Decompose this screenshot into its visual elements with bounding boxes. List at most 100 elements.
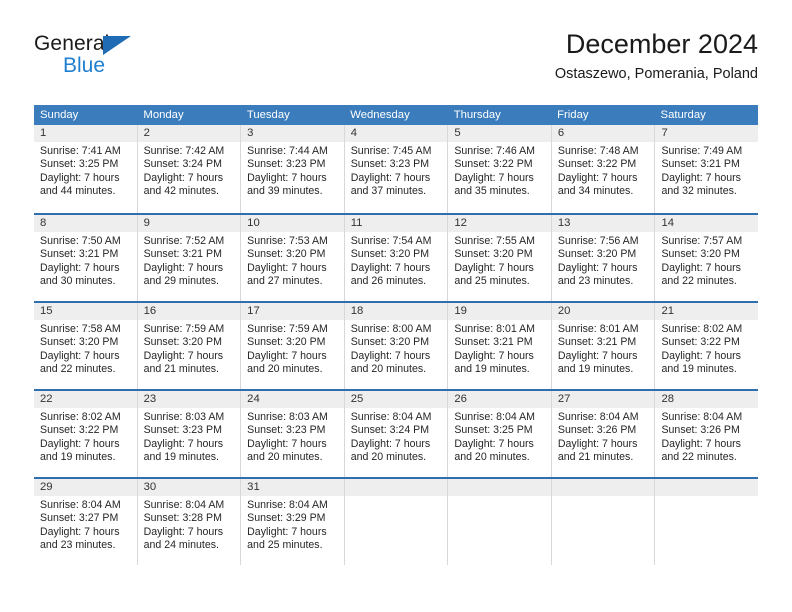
day-number: 26 (448, 391, 551, 408)
calendar-week-row: 15 Sunrise: 7:58 AM Sunset: 3:20 PM Dayligh… (34, 301, 759, 389)
day-cell[interactable]: 21 Sunrise: 8:02 AM Sunset: 3:22 PM Dayligh… (655, 303, 759, 389)
day-details: Sunrise: 7:50 AM Sunset: 3:21 PM Daylight:… (34, 232, 137, 289)
sunrise-text: Sunrise: 8:04 AM (454, 411, 535, 423)
day-cell[interactable]: 4 Sunrise: 7:45 AM Sunset: 3:23 PM Daylight… (344, 125, 449, 213)
day-cell[interactable]: 7 Sunrise: 7:49 AM Sunset: 3:21 PM Daylight… (655, 125, 759, 213)
daylight-text-line2: and 30 minutes. (40, 275, 116, 288)
daylight-text-line2: and 35 minutes. (454, 185, 530, 198)
day-cell-empty (344, 479, 449, 565)
day-number: 10 (241, 215, 344, 232)
daylight-text-line1: Daylight: 7 hours (454, 261, 534, 274)
daylight-text-line2: and 21 minutes. (557, 451, 634, 464)
day-cell[interactable]: 24 Sunrise: 8:03 AM Sunset: 3:23 PM Dayligh… (241, 391, 345, 477)
day-cell[interactable]: 15 Sunrise: 7:58 AM Sunset: 3:20 PM Dayligh… (34, 303, 138, 389)
day-cell[interactable]: 22 Sunrise: 8:02 AM Sunset: 3:22 PM Dayligh… (34, 391, 138, 477)
day-cell[interactable]: 11 Sunrise: 7:54 AM Sunset: 3:20 PM Dayligh… (344, 215, 449, 301)
day-cell[interactable]: 5 Sunrise: 7:46 AM Sunset: 3:22 PM Daylight… (448, 125, 552, 213)
day-cell[interactable]: 25 Sunrise: 8:04 AM Sunset: 3:24 PM Dayligh… (344, 391, 449, 477)
sunrise-text: Sunrise: 8:01 AM (557, 323, 639, 335)
daylight-text-line1: Daylight: 7 hours (143, 171, 224, 184)
sunrise-text: Sunrise: 8:03 AM (143, 411, 225, 423)
day-number (344, 479, 448, 496)
sunset-text: Sunset: 3:24 PM (143, 158, 222, 171)
daylight-text-line1: Daylight: 7 hours (40, 349, 120, 362)
brand-name-top: General (34, 32, 110, 55)
daylight-text-line2: and 22 minutes. (661, 451, 737, 464)
day-cell[interactable]: 27 Sunrise: 8:04 AM Sunset: 3:26 PM Dayligh… (551, 391, 656, 477)
day-number: 19 (448, 303, 551, 320)
daylight-text-line1: Daylight: 7 hours (143, 525, 224, 538)
sunrise-text: Sunrise: 8:02 AM (40, 411, 121, 423)
daylight-text-line2: and 23 minutes. (557, 275, 634, 288)
day-number (551, 479, 655, 496)
day-cell[interactable]: 2 Sunrise: 7:42 AM Sunset: 3:24 PM Daylight… (137, 125, 242, 213)
daylight-text-line1: Daylight: 7 hours (247, 525, 327, 538)
calendar-table: Sunday Monday Tuesday Wednesday Thursday Frid… (34, 105, 759, 565)
day-number: 8 (34, 215, 137, 232)
daylight-text-line2: and 32 minutes. (661, 185, 737, 198)
day-cell[interactable]: 8 Sunrise: 7:50 AM Sunset: 3:21 PM Daylight… (34, 215, 138, 301)
daylight-text-line2: and 21 minutes. (143, 363, 219, 376)
day-number: 14 (655, 215, 759, 232)
sunrise-text: Sunrise: 8:03 AM (247, 411, 328, 423)
sunset-text: Sunset: 3:26 PM (557, 424, 637, 437)
sunrise-text: Sunrise: 7:41 AM (40, 145, 121, 157)
sunrise-text: Sunrise: 8:04 AM (40, 499, 121, 511)
day-number: 3 (241, 125, 344, 142)
day-cell[interactable]: 17 Sunrise: 7:59 AM Sunset: 3:20 PM Dayligh… (241, 303, 345, 389)
daylight-text-line1: Daylight: 7 hours (454, 171, 534, 184)
calendar-week-row: 8 Sunrise: 7:50 AM Sunset: 3:21 PM Daylight… (34, 213, 759, 301)
daylight-text-line2: and 25 minutes. (247, 539, 323, 552)
sunrise-text: Sunrise: 7:56 AM (557, 235, 639, 247)
day-cell[interactable]: 31 Sunrise: 8:04 AM Sunset: 3:29 PM Dayligh… (241, 479, 345, 565)
day-details: Sunrise: 8:04 AM Sunset: 3:28 PM Daylight:… (138, 496, 241, 553)
day-cell[interactable]: 13 Sunrise: 7:56 AM Sunset: 3:20 PM Dayligh… (551, 215, 656, 301)
daylight-text-line2: and 29 minutes. (143, 275, 219, 288)
daylight-text-line1: Daylight: 7 hours (40, 437, 120, 450)
brand-logo[interactable]: General Blue (34, 32, 254, 88)
day-details: Sunrise: 7:42 AM Sunset: 3:24 PM Daylight:… (138, 142, 241, 199)
sunrise-text: Sunrise: 8:04 AM (557, 411, 639, 423)
day-cell[interactable]: 9 Sunrise: 7:52 AM Sunset: 3:21 PM Daylight… (137, 215, 242, 301)
sunset-text: Sunset: 3:25 PM (40, 158, 119, 171)
day-cell[interactable]: 26 Sunrise: 8:04 AM Sunset: 3:25 PM Dayligh… (448, 391, 552, 477)
day-number: 23 (137, 391, 241, 408)
day-cell[interactable]: 6 Sunrise: 7:48 AM Sunset: 3:22 PM Daylight… (551, 125, 656, 213)
day-cell[interactable]: 1 Sunrise: 7:41 AM Sunset: 3:25 PM Daylight… (34, 125, 138, 213)
day-number: 18 (344, 303, 448, 320)
daylight-text-line1: Daylight: 7 hours (143, 437, 224, 450)
day-details: Sunrise: 7:45 AM Sunset: 3:23 PM Daylight:… (345, 142, 448, 199)
day-cell[interactable]: 14 Sunrise: 7:57 AM Sunset: 3:20 PM Dayligh… (655, 215, 759, 301)
day-cell[interactable]: 12 Sunrise: 7:55 AM Sunset: 3:20 PM Dayligh… (448, 215, 552, 301)
daylight-text-line2: and 22 minutes. (661, 275, 737, 288)
sunset-text: Sunset: 3:22 PM (557, 158, 637, 171)
daylight-text-line1: Daylight: 7 hours (557, 437, 638, 450)
sunrise-text: Sunrise: 7:46 AM (454, 145, 535, 157)
day-cell[interactable]: 3 Sunrise: 7:44 AM Sunset: 3:23 PM Daylight… (241, 125, 345, 213)
day-cell[interactable]: 18 Sunrise: 8:00 AM Sunset: 3:20 PM Dayligh… (344, 303, 449, 389)
day-cell[interactable]: 30 Sunrise: 8:04 AM Sunset: 3:28 PM Dayligh… (137, 479, 242, 565)
sunset-text: Sunset: 3:20 PM (350, 248, 430, 261)
day-cell[interactable]: 19 Sunrise: 8:01 AM Sunset: 3:21 PM Dayligh… (448, 303, 552, 389)
day-details: Sunrise: 7:59 AM Sunset: 3:20 PM Daylight:… (138, 320, 241, 377)
sunrise-text: Sunrise: 7:59 AM (247, 323, 328, 335)
day-number: 24 (241, 391, 344, 408)
daylight-text-line1: Daylight: 7 hours (661, 349, 741, 362)
calendar-page: General Blue December 2024 Ostaszewo, Po… (0, 0, 792, 612)
day-cell[interactable]: 23 Sunrise: 8:03 AM Sunset: 3:23 PM Dayligh… (137, 391, 242, 477)
daylight-text-line2: and 44 minutes. (40, 185, 116, 198)
day-cell[interactable]: 20 Sunrise: 8:01 AM Sunset: 3:21 PM Dayligh… (551, 303, 656, 389)
sunset-text: Sunset: 3:27 PM (40, 512, 119, 525)
sunrise-text: Sunrise: 7:45 AM (350, 145, 432, 157)
day-cell[interactable]: 28 Sunrise: 8:04 AM Sunset: 3:26 PM Dayligh… (655, 391, 759, 477)
day-cell[interactable]: 29 Sunrise: 8:04 AM Sunset: 3:27 PM Dayligh… (34, 479, 138, 565)
daylight-text-line2: and 25 minutes. (454, 275, 530, 288)
daylight-text-line1: Daylight: 7 hours (454, 349, 534, 362)
day-number: 4 (344, 125, 448, 142)
sunset-text: Sunset: 3:20 PM (350, 336, 430, 349)
day-cell[interactable]: 16 Sunrise: 7:59 AM Sunset: 3:20 PM Dayligh… (137, 303, 242, 389)
day-details: Sunrise: 8:04 AM Sunset: 3:26 PM Daylight:… (655, 408, 758, 465)
day-cell[interactable]: 10 Sunrise: 7:53 AM Sunset: 3:20 PM Dayligh… (241, 215, 345, 301)
sunrise-text: Sunrise: 8:04 AM (350, 411, 432, 423)
sunset-text: Sunset: 3:20 PM (143, 336, 222, 349)
